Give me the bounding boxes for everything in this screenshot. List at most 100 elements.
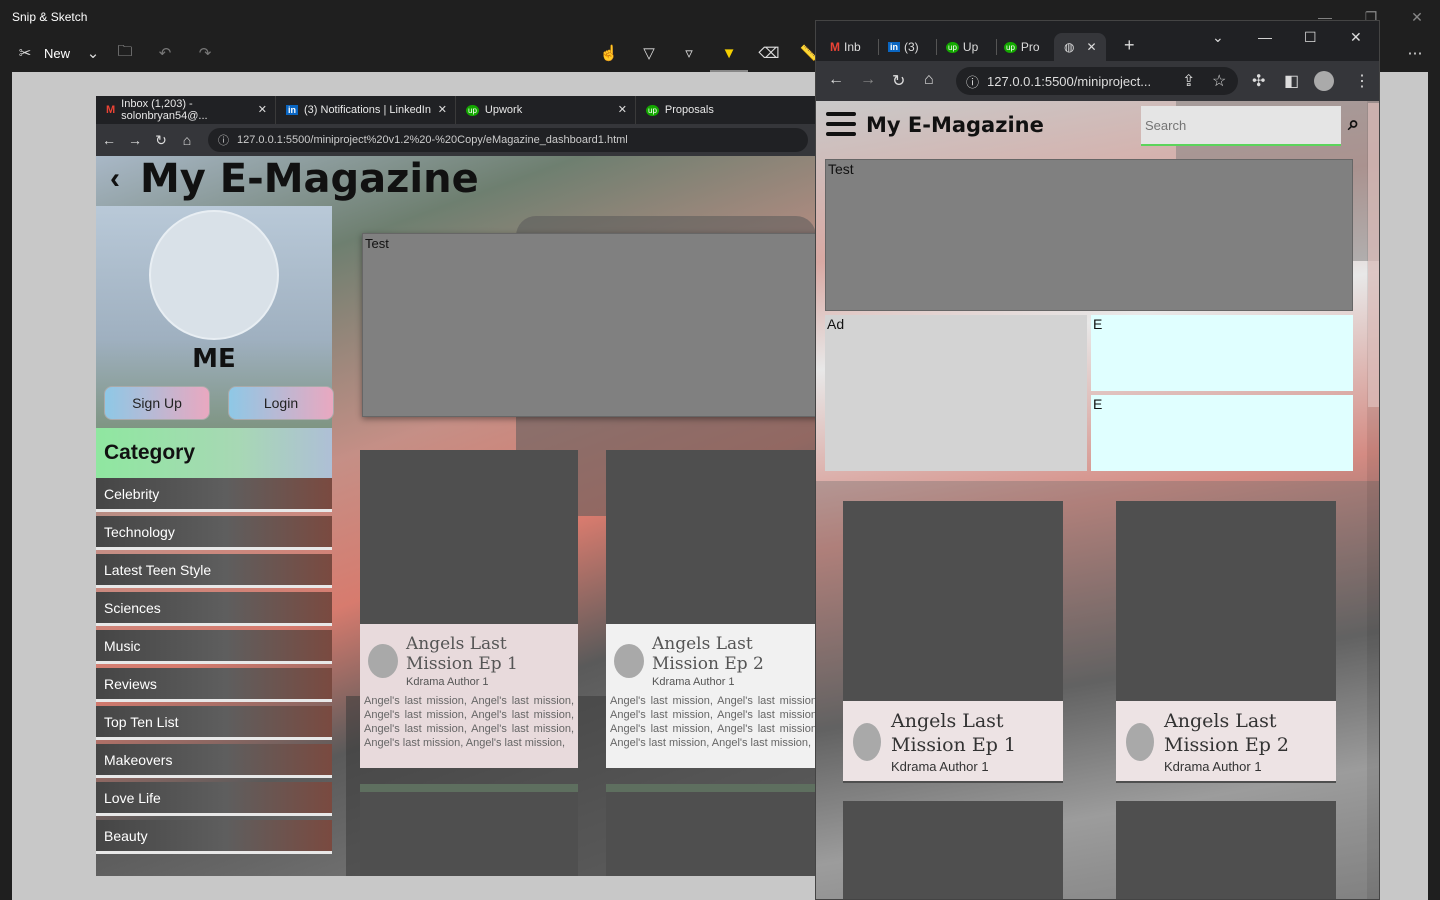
share-icon[interactable]: ⇪	[1182, 71, 1195, 91]
article-card[interactable]: Angels Last Mission Ep 2 Kdrama Author 1	[1116, 501, 1336, 783]
forward-arrow-icon[interactable]: →	[860, 71, 876, 89]
article-card[interactable]	[360, 784, 578, 876]
scrollbar-thumb[interactable]	[1368, 103, 1379, 407]
captured-tab-linkedin[interactable]: in (3) Notifications | LinkedIn ✕	[276, 96, 456, 124]
close-icon[interactable]: ✕	[438, 103, 447, 116]
home-icon[interactable]: ⌂	[924, 71, 934, 89]
tab-label: (3) Notifications | LinkedIn	[304, 104, 431, 116]
url-text: 127.0.0.1:5500/miniproject...	[987, 73, 1152, 89]
app-title: Snip & Sketch	[12, 10, 88, 24]
test-panel: Test	[362, 233, 816, 417]
new-snip-button[interactable]: ✂ New	[12, 40, 70, 66]
close-tab-icon[interactable]: ✕	[1086, 40, 1096, 54]
article-card[interactable]	[606, 784, 816, 876]
tab-linkedin[interactable]: in (3)	[888, 33, 919, 61]
back-arrow-icon[interactable]: ←	[828, 71, 844, 89]
article-card[interactable]: Angels Last Mission Ep 1 Kdrama Author 1…	[360, 450, 578, 768]
hamburger-menu-icon[interactable]	[826, 109, 856, 139]
close-icon[interactable]: ✕	[258, 103, 267, 116]
forward-arrow-icon[interactable]: →	[122, 132, 148, 148]
info-icon: ⓘ	[966, 74, 980, 90]
category-item-love-life[interactable]: Love Life	[96, 782, 332, 816]
category-item-sciences[interactable]: Sciences	[96, 592, 332, 626]
category-item-music[interactable]: Music	[96, 630, 332, 664]
address-bar: ← → ↻ ⌂ ⓘ 127.0.0.1:5500/miniproject... …	[816, 61, 1379, 101]
extensions-puzzle-icon[interactable]: ✣	[1252, 71, 1265, 91]
gmail-icon: M	[830, 40, 840, 54]
close-icon[interactable]: ✕	[618, 103, 627, 116]
eraser-button[interactable]: ⌫	[756, 40, 782, 66]
bookmark-star-icon[interactable]: ☆	[1212, 71, 1226, 91]
open-file-button[interactable]: 🗀	[112, 40, 138, 66]
tab-search-chevron-icon[interactable]: ⌄	[1212, 29, 1224, 46]
sidebar: ME Sign Up Login Category Celebrity Tech…	[96, 206, 334, 876]
highlighter-button[interactable]: ▼	[716, 40, 742, 66]
chevron-down-icon: ⌄	[86, 45, 100, 62]
back-chevron-icon[interactable]: ‹	[110, 162, 120, 196]
touch-writing-button[interactable]: ☝	[596, 40, 622, 66]
article-card[interactable]: Angels Last Mission Ep 2 Kdrama Author 1…	[606, 450, 816, 768]
pen-icon: ▽	[643, 45, 655, 62]
upwork-icon: up	[1004, 41, 1017, 53]
new-dropdown-button[interactable]: ⌄	[80, 40, 106, 66]
author-avatar	[614, 644, 644, 678]
e-label: E	[1093, 396, 1103, 412]
article-author: Kdrama Author 1	[891, 759, 989, 774]
article-card[interactable]	[1116, 801, 1336, 899]
category-item-latest-teen-style[interactable]: Latest Teen Style	[96, 554, 332, 588]
category-item-makeovers[interactable]: Makeovers	[96, 744, 332, 778]
category-item-reviews[interactable]: Reviews	[96, 668, 332, 702]
tab-label: Up	[962, 40, 979, 54]
tab-upwork[interactable]: up Up	[946, 33, 978, 61]
profile-panel: ME Sign Up Login	[96, 206, 334, 428]
maximize-icon[interactable]: ☐	[1304, 29, 1317, 46]
upwork-icon: up	[946, 41, 959, 53]
category-item-technology[interactable]: Technology	[96, 516, 332, 550]
captured-tab-upwork[interactable]: up Upwork ✕	[456, 96, 636, 124]
captured-tab-gmail[interactable]: M Inbox (1,203) - solonbryan54@... ✕	[96, 96, 276, 124]
ad-label: Ad	[827, 316, 845, 332]
more-options-button[interactable]: ⋯	[1402, 40, 1428, 66]
linkedin-icon: in	[888, 42, 900, 52]
article-title: Angels Last Mission Ep 2	[652, 634, 764, 674]
new-tab-icon[interactable]: +	[1124, 35, 1135, 56]
home-icon[interactable]: ⌂	[174, 132, 200, 148]
captured-url-field[interactable]: ⓘ 127.0.0.1:5500/miniproject%20v1.2%20-%…	[208, 128, 808, 152]
linkedin-icon: in	[286, 105, 298, 115]
more-vertical-icon[interactable]: ⋮	[1354, 71, 1370, 91]
category-item-beauty[interactable]: Beauty	[96, 820, 332, 854]
close-icon[interactable]: ✕	[1394, 0, 1440, 34]
pencil-button[interactable]: ▿	[676, 40, 702, 66]
url-field[interactable]: ⓘ 127.0.0.1:5500/miniproject...	[956, 67, 1238, 95]
captured-tab-proposals[interactable]: up Proposals	[636, 96, 816, 124]
ballpoint-pen-button[interactable]: ▽	[636, 40, 662, 66]
side-panel-icon[interactable]: ◧	[1284, 71, 1299, 91]
article-card[interactable]	[843, 801, 1063, 899]
article-author: Kdrama Author 1	[406, 676, 489, 688]
category-item-celebrity[interactable]: Celebrity	[96, 478, 332, 512]
article-card[interactable]: Angels Last Mission Ep 1 Kdrama Author 1	[843, 501, 1063, 783]
close-icon[interactable]: ✕	[1350, 29, 1362, 46]
article-card-info: Angels Last Mission Ep 2 Kdrama Author 1	[1116, 701, 1336, 781]
avatar	[149, 210, 279, 340]
login-button[interactable]: Login	[228, 386, 334, 420]
tab-gmail[interactable]: M Inb	[830, 33, 861, 61]
reload-icon[interactable]: ↻	[892, 71, 905, 91]
search-input[interactable]	[1141, 106, 1341, 146]
folder-icon: 🗀	[117, 42, 133, 60]
article-author: Kdrama Author 1	[652, 676, 735, 688]
tab-proposals[interactable]: up Pro	[1004, 33, 1040, 61]
sign-up-button[interactable]: Sign Up	[104, 386, 210, 420]
profile-avatar-icon[interactable]	[1314, 71, 1334, 91]
page-scrollbar[interactable]	[1367, 101, 1379, 899]
reload-icon[interactable]: ↻	[148, 132, 174, 149]
redo-button[interactable]: ↷	[192, 40, 218, 66]
category-item-top-ten-list[interactable]: Top Ten List	[96, 706, 332, 740]
undo-button[interactable]: ↶	[152, 40, 178, 66]
article-description: Angel's last mission, Angel's last missi…	[610, 695, 816, 749]
minimize-icon[interactable]: —	[1258, 29, 1272, 45]
tab-active[interactable]: ◍ ✕	[1054, 33, 1106, 61]
test-label: Test	[365, 236, 389, 251]
tab-label: Pro	[1020, 40, 1040, 54]
back-arrow-icon[interactable]: ←	[96, 132, 122, 148]
